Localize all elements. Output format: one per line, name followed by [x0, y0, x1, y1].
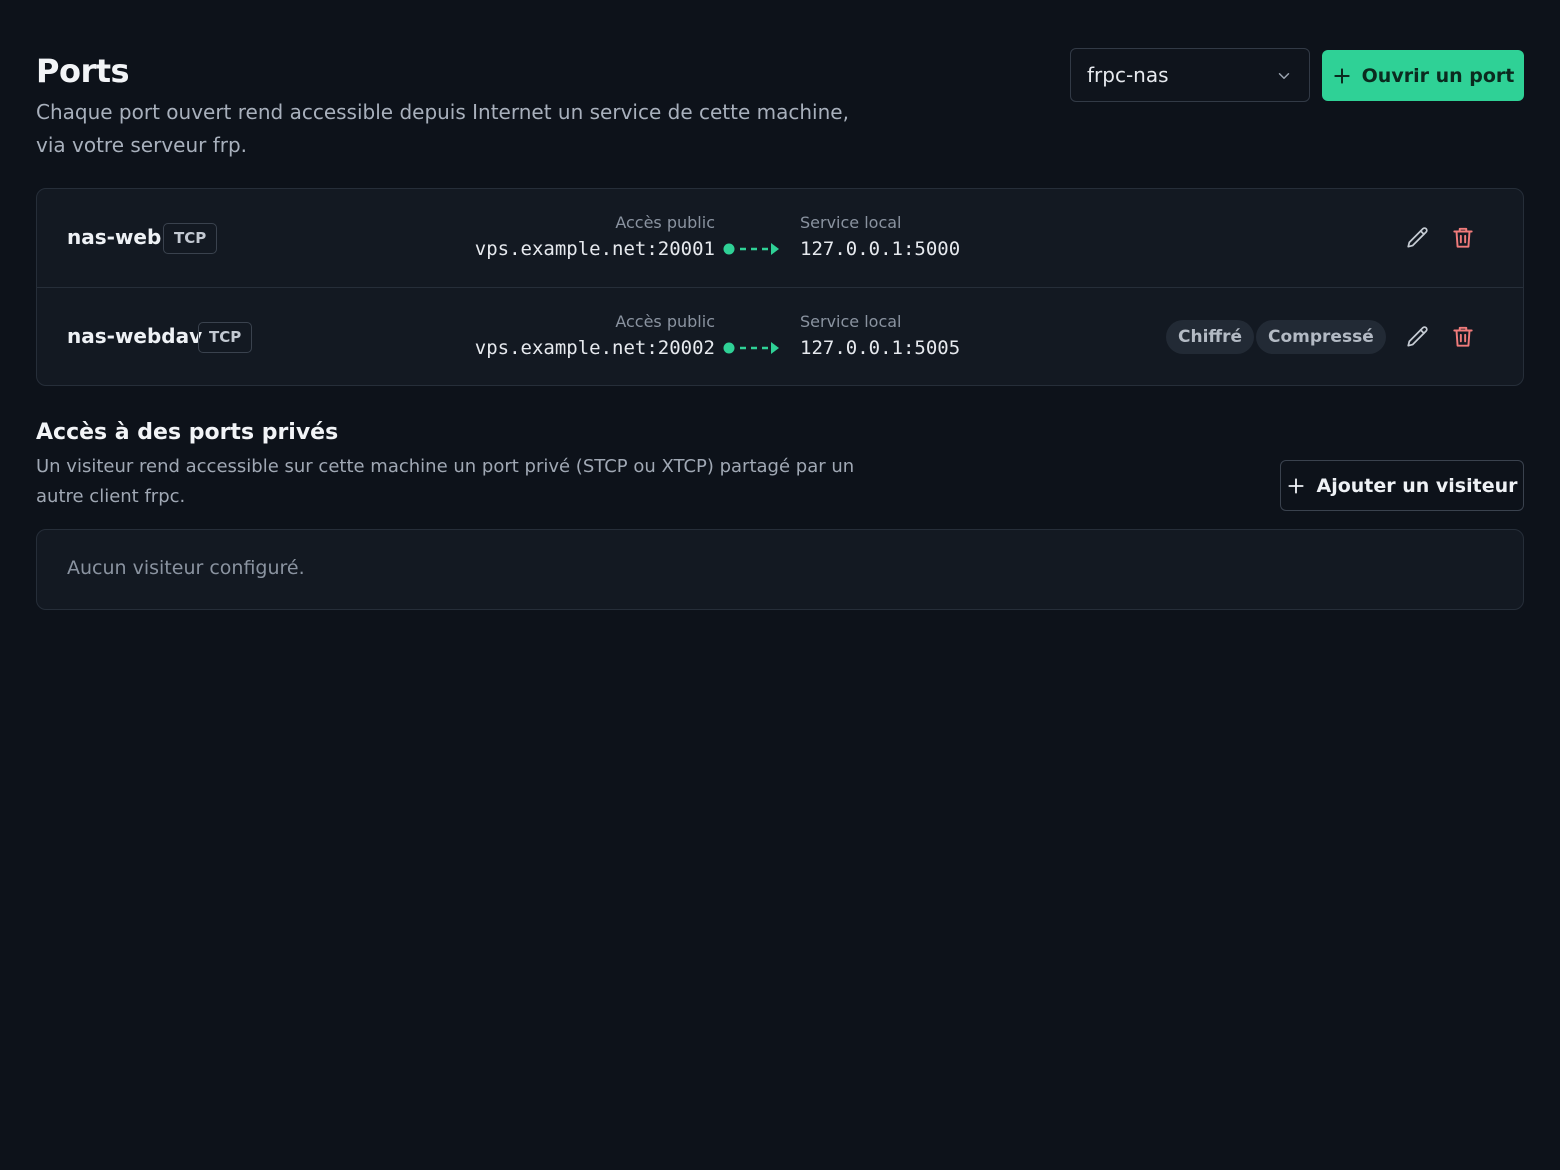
local-service-label: Service local: [800, 312, 902, 331]
public-address: vps.example.net:20002: [474, 337, 715, 359]
visitors-list: Aucun visiteur configuré.: [36, 529, 1524, 610]
public-address: vps.example.net:20001: [474, 238, 715, 260]
edit-button[interactable]: [1404, 323, 1432, 351]
add-visitor-label: Ajouter un visiteur: [1316, 474, 1518, 497]
trash-icon: [1453, 326, 1473, 347]
port-name: nas-webdav: [67, 324, 203, 348]
local-address: 127.0.0.1:5000: [800, 238, 961, 260]
edit-button[interactable]: [1404, 224, 1432, 252]
open-port-label: Ouvrir un port: [1361, 64, 1515, 87]
port-row: nas-webdav TCP Accès public vps.example.…: [37, 287, 1523, 385]
forward-arrow-icon: [723, 342, 779, 354]
page-title: Ports: [36, 52, 130, 90]
port-name: nas-web: [67, 225, 162, 249]
public-access-label: Accès public: [615, 213, 715, 232]
empty-visitors-message: Aucun visiteur configuré.: [67, 557, 305, 579]
compressed-tag: Compressé: [1256, 320, 1386, 354]
machine-select-value: frpc-nas: [1087, 63, 1169, 87]
protocol-badge: TCP: [198, 322, 253, 353]
forward-arrow-icon: [723, 243, 779, 255]
ports-page: Ports Chaque port ouvert rend accessible…: [0, 0, 1560, 1170]
local-service-label: Service local: [800, 213, 902, 232]
page-description: Chaque port ouvert rend accessible depui…: [36, 100, 849, 157]
pencil-icon: [1407, 227, 1428, 248]
protocol-badge: TCP: [163, 223, 218, 254]
visitors-section-title: Accès à des ports privés: [36, 420, 339, 445]
delete-button[interactable]: [1449, 224, 1477, 252]
public-access-label: Accès public: [615, 312, 715, 331]
delete-button[interactable]: [1449, 323, 1477, 351]
port-row: nas-web TCP Accès public vps.example.net…: [37, 189, 1523, 287]
machine-select[interactable]: frpc-nas: [1070, 48, 1310, 102]
local-address: 127.0.0.1:5005: [800, 337, 961, 359]
add-visitor-button[interactable]: Ajouter un visiteur: [1280, 460, 1524, 511]
ports-list: nas-web TCP Accès public vps.example.net…: [36, 188, 1524, 386]
trash-icon: [1453, 227, 1473, 248]
plus-icon: [1333, 67, 1350, 84]
open-port-button[interactable]: Ouvrir un port: [1322, 50, 1524, 101]
plus-icon: [1288, 477, 1305, 494]
visitors-section-description: Un visiteur rend accessible sur cette ma…: [36, 456, 855, 507]
encrypted-tag: Chiffré: [1166, 320, 1255, 354]
pencil-icon: [1407, 326, 1428, 347]
chevron-down-icon: [1278, 73, 1290, 79]
